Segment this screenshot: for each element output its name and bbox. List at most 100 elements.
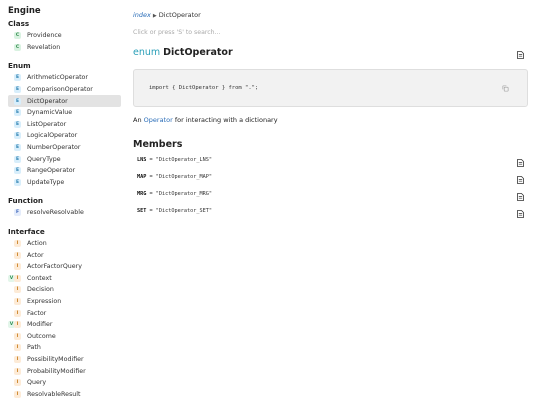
sidebar-item-expression[interactable]: I Expression [8,296,124,308]
sidebar-item-resolvableresult[interactable]: I ResolvableResult [8,388,124,400]
import-code-text: import { DictOperator } from "."; [149,85,259,91]
sidebar-item-possibilitymodifier[interactable]: I PossibilityModifier [8,354,124,366]
sidebar-item-action[interactable]: I Action [8,238,124,250]
sidebar-item-label: Action [27,240,47,248]
sidebar-item-query[interactable]: I Query [8,377,124,389]
member-name: LNS [137,157,147,163]
sidebar-item-label: Outcome [27,332,56,340]
breadcrumb-index-link[interactable]: index [133,11,151,19]
interface-kind-icon: I [14,332,21,340]
interface-kind-icon: I [14,251,21,259]
interface-kind-icon: I [14,344,21,352]
sidebar-item-label: QueryType [27,155,61,163]
sidebar-item-label: Decision [27,286,54,294]
search-input[interactable]: Click or press 'S' to search... [133,29,221,36]
sidebar-item-resolveresolvable[interactable]: FresolveResolvable [8,207,124,219]
interface-kind-icon: I [14,297,21,305]
sidebar-item-label: Actor [27,251,44,259]
interface-kind-icon: I [14,355,21,363]
function-kind-icon: F [14,209,21,217]
sidebar-item-context[interactable]: V I Context [8,273,124,285]
sidebar-item-rangeoperator[interactable]: E RangeOperator [8,165,124,177]
page-title-kind: enum [133,47,161,58]
sidebar-item-label: DynamicValue [27,109,73,117]
enum-kind-icon: E [14,155,21,163]
member-equals: = [146,174,156,180]
interface-kind-icon: I [14,390,21,398]
sidebar-item-arithmeticoperator[interactable]: E ArithmeticOperator [8,72,124,84]
interface-kind-icon: I [14,286,21,294]
sidebar-item-dictoperator[interactable]: E DictOperator [8,95,121,107]
sidebar-item-comparisonoperator[interactable]: E ComparisonOperator [8,84,124,96]
enum-kind-icon: E [14,120,21,128]
member-name: MRG [137,191,147,197]
enum-kind-icon: E [14,132,21,140]
member-equals: = [146,191,156,197]
sidebar-item-updatetype[interactable]: E UpdateType [8,177,124,189]
sidebar-item-label: RangeOperator [27,167,76,175]
enum-kind-icon: E [14,178,21,186]
import-code-block: import { DictOperator } from "."; [133,69,528,107]
sidebar-group-enum: Enum [8,61,31,71]
sidebar-item-logicaloperator[interactable]: E LogicalOperator [8,130,124,142]
members-heading: Members [133,139,183,150]
sidebar-item-actor[interactable]: I Actor [8,249,124,261]
sidebar-item-modifier[interactable]: V I Modifier [8,319,124,331]
sidebar-item-path[interactable]: I Path [8,342,124,354]
sidebar-item-outcome[interactable]: I Outcome [8,330,124,342]
source-file-icon[interactable] [516,175,525,184]
interface-kind-icon: I [14,240,21,248]
interface-kind-icon: I [14,263,21,271]
enum-kind-icon: E [14,109,21,117]
member-value: "DictOperator_LNS" [155,157,212,163]
sidebar: Engine Class C Providence C Revelation Enum E A… [0,0,124,405]
sidebar-item-label: Revelation [27,43,61,51]
description-operator-link[interactable]: Operator [144,116,173,124]
sidebar-group-class: Class [8,19,30,28]
variable-interface-icon: VI [8,321,21,329]
member-equals: = [146,208,156,214]
sidebar-item-label: resolveResolvable [27,209,84,217]
sidebar-item-label: NumberOperator [27,144,81,152]
source-file-icon[interactable] [516,158,525,167]
sidebar-item-probabilitymodifier[interactable]: I ProbabilityModifier [8,365,124,377]
sidebar-item-actorfactorquery[interactable]: I ActorFactorQuery [8,261,124,273]
variable-interface-icon: VI [8,274,21,282]
description: An Operator for interacting with a dicti… [133,116,278,124]
sidebar-item-listoperator[interactable]: E ListOperator [8,119,124,131]
enum-kind-icon: E [14,144,21,152]
sidebar-item-label: Factor [27,309,47,317]
sidebar-list-class: C Providence C Revelation [8,30,124,53]
page-title-name: DictOperator [163,47,233,58]
sidebar-item-dynamicvalue[interactable]: E DynamicValue [8,107,124,119]
sidebar-item-label: ActorFactorQuery [27,263,82,271]
breadcrumb-separator-icon: ▶ [152,13,157,19]
sidebar-item-querytype[interactable]: E QueryType [8,153,124,165]
member-row: SET = "DictOperator_SET" [137,208,212,214]
sidebar-list-enum: E ArithmeticOperator E ComparisonOperator E D… [8,72,124,188]
enum-kind-icon: E [14,167,21,175]
member-value: "DictOperator_MAP" [155,174,212,180]
sidebar-list-interface: I Action I Actor I ActorFactorQuery V I Context I… [8,238,124,400]
sidebar-item-label: Query [27,379,47,387]
source-file-icon[interactable] [516,209,525,218]
class-kind-icon: C [14,32,21,40]
sidebar-item-providence[interactable]: C Providence [8,30,124,42]
enum-kind-icon: E [14,97,21,105]
sidebar-title[interactable]: Engine [8,5,124,17]
sidebar-item-numberoperator[interactable]: E NumberOperator [8,142,124,154]
sidebar-item-label: DictOperator [27,97,68,105]
description-suffix: for interacting with a dictionary [174,116,278,124]
member-row: MAP = "DictOperator_MAP" [137,174,212,180]
sidebar-item-factor[interactable]: I Factor [8,307,124,319]
source-file-icon[interactable] [516,50,525,59]
main-content: index ▶ DictOperator Click or press 'S' to… [133,0,528,405]
sidebar-item-decision[interactable]: I Decision [8,284,124,296]
enum-kind-icon: E [14,74,21,82]
sidebar-item-revelation[interactable]: C Revelation [8,42,124,54]
description-prefix: An [133,116,142,124]
sidebar-item-label: ProbabilityModifier [27,367,86,375]
source-file-icon[interactable] [516,192,525,201]
copy-icon[interactable] [501,84,510,93]
sidebar-item-label: ListOperator [27,120,67,128]
